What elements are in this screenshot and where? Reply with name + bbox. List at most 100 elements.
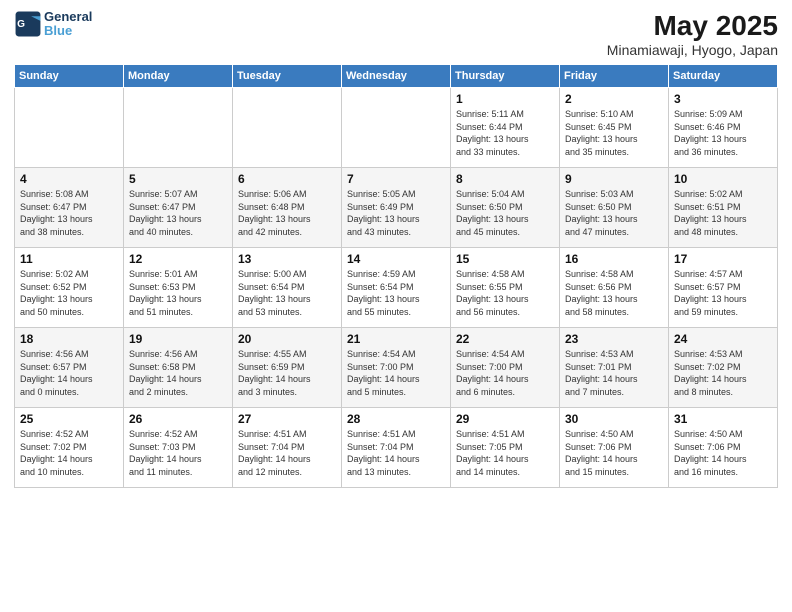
logo-blue: Blue [44,24,92,38]
calendar-cell: 31 Sunrise: 4:50 AM Sunset: 7:06 PM Dayli… [669,408,778,488]
calendar-cell: 21Sunrise: 4:54 AM Sunset: 7:00 PM Dayli… [342,328,451,408]
calendar-cell: 16 Sunrise: 4:58 AM Sunset: 6:56 PM Dayli… [560,248,669,328]
calendar-cell: 29Sunrise: 4:51 AM Sunset: 7:05 PM Dayli… [451,408,560,488]
day-number: 14 [347,252,445,266]
logo-icon: G [14,10,42,38]
day-info: Sunrise: 4:50 AM Sunset: 7:06 PM Dayligh… [674,428,772,478]
day-info: Sunrise: 5:01 AM Sunset: 6:53 PM Dayligh… [129,268,227,318]
day-number: 2 [565,92,663,106]
logo-general: General [44,10,92,24]
day-info: Sunrise: 5:04 AM Sunset: 6:50 PM Dayligh… [456,188,554,238]
calendar-cell: 26 Sunrise: 4:52 AM Sunset: 7:03 PM Dayli… [124,408,233,488]
calendar-cell: 9 Sunrise: 5:03 AM Sunset: 6:50 PM Daylig… [560,168,669,248]
day-info: Sunrise: 5:08 AM Sunset: 6:47 PM Dayligh… [20,188,118,238]
day-info: Sunrise: 4:58 AM Sunset: 6:56 PM Dayligh… [565,268,663,318]
day-info: Sunrise: 4:53 AM Sunset: 7:01 PM Dayligh… [565,348,663,398]
day-info: Sunrise: 4:51 AM Sunset: 7:04 PM Dayligh… [238,428,336,478]
day-number: 7 [347,172,445,186]
day-info: Sunrise: 5:02 AM Sunset: 6:52 PM Dayligh… [20,268,118,318]
calendar-cell: 12Sunrise: 5:01 AM Sunset: 6:53 PM Dayli… [124,248,233,328]
logo: G General Blue [14,10,92,39]
day-number: 20 [238,332,336,346]
day-number: 6 [238,172,336,186]
day-number: 17 [674,252,772,266]
month-title: May 2025 [607,10,778,42]
day-info: Sunrise: 5:05 AM Sunset: 6:49 PM Dayligh… [347,188,445,238]
day-info: Sunrise: 4:51 AM Sunset: 7:04 PM Dayligh… [347,428,445,478]
day-info: Sunrise: 4:50 AM Sunset: 7:06 PM Dayligh… [565,428,663,478]
weekday-header: Thursday [451,65,560,88]
calendar-cell: 23 Sunrise: 4:53 AM Sunset: 7:01 PM Dayli… [560,328,669,408]
location-title: Minamiawaji, Hyogo, Japan [607,42,778,58]
weekday-header: Wednesday [342,65,451,88]
day-number: 18 [20,332,118,346]
day-info: Sunrise: 5:10 AM Sunset: 6:45 PM Dayligh… [565,108,663,158]
day-number: 1 [456,92,554,106]
calendar-cell [342,88,451,168]
calendar-cell: 17Sunrise: 4:57 AM Sunset: 6:57 PM Dayli… [669,248,778,328]
day-number: 15 [456,252,554,266]
svg-text:G: G [17,19,25,30]
day-number: 25 [20,412,118,426]
calendar-cell: 14 Sunrise: 4:59 AM Sunset: 6:54 PM Dayli… [342,248,451,328]
day-number: 29 [456,412,554,426]
calendar-cell: 15 Sunrise: 4:58 AM Sunset: 6:55 PM Dayli… [451,248,560,328]
day-number: 5 [129,172,227,186]
weekday-header-row: SundayMondayTuesdayWednesdayThursdayFrid… [15,65,778,88]
calendar-cell: 24 Sunrise: 4:53 AM Sunset: 7:02 PM Dayli… [669,328,778,408]
weekday-header: Monday [124,65,233,88]
day-info: Sunrise: 4:52 AM Sunset: 7:03 PM Dayligh… [129,428,227,478]
day-info: Sunrise: 4:58 AM Sunset: 6:55 PM Dayligh… [456,268,554,318]
calendar-cell: 30 Sunrise: 4:50 AM Sunset: 7:06 PM Dayli… [560,408,669,488]
day-number: 11 [20,252,118,266]
day-info: Sunrise: 5:03 AM Sunset: 6:50 PM Dayligh… [565,188,663,238]
day-number: 16 [565,252,663,266]
day-number: 19 [129,332,227,346]
calendar-cell: 1Sunrise: 5:11 AM Sunset: 6:44 PM Daylig… [451,88,560,168]
day-number: 30 [565,412,663,426]
calendar-cell: 19 Sunrise: 4:56 AM Sunset: 6:58 PM Dayli… [124,328,233,408]
calendar-cell [15,88,124,168]
day-info: Sunrise: 5:06 AM Sunset: 6:48 PM Dayligh… [238,188,336,238]
day-number: 28 [347,412,445,426]
calendar-cell: 5Sunrise: 5:07 AM Sunset: 6:47 PM Daylig… [124,168,233,248]
day-number: 10 [674,172,772,186]
day-info: Sunrise: 4:52 AM Sunset: 7:02 PM Dayligh… [20,428,118,478]
calendar-cell: 2 Sunrise: 5:10 AM Sunset: 6:45 PM Daylig… [560,88,669,168]
header-area: G General Blue May 2025 Minamiawaji, Hyo… [14,10,778,58]
day-number: 22 [456,332,554,346]
day-number: 26 [129,412,227,426]
calendar-cell [124,88,233,168]
day-info: Sunrise: 4:55 AM Sunset: 6:59 PM Dayligh… [238,348,336,398]
day-info: Sunrise: 4:56 AM Sunset: 6:58 PM Dayligh… [129,348,227,398]
calendar-cell: 3 Sunrise: 5:09 AM Sunset: 6:46 PM Daylig… [669,88,778,168]
day-number: 23 [565,332,663,346]
day-info: Sunrise: 5:09 AM Sunset: 6:46 PM Dayligh… [674,108,772,158]
calendar-cell: 10 Sunrise: 5:02 AM Sunset: 6:51 PM Dayli… [669,168,778,248]
day-info: Sunrise: 5:02 AM Sunset: 6:51 PM Dayligh… [674,188,772,238]
day-number: 3 [674,92,772,106]
calendar-cell: 13Sunrise: 5:00 AM Sunset: 6:54 PM Dayli… [233,248,342,328]
calendar-cell: 27 Sunrise: 4:51 AM Sunset: 7:04 PM Dayli… [233,408,342,488]
day-info: Sunrise: 4:59 AM Sunset: 6:54 PM Dayligh… [347,268,445,318]
calendar-cell: 7 Sunrise: 5:05 AM Sunset: 6:49 PM Daylig… [342,168,451,248]
title-block: May 2025 Minamiawaji, Hyogo, Japan [607,10,778,58]
calendar-cell: 18Sunrise: 4:56 AM Sunset: 6:57 PM Dayli… [15,328,124,408]
day-number: 27 [238,412,336,426]
page-container: G General Blue May 2025 Minamiawaji, Hyo… [0,0,792,498]
calendar-cell: 11 Sunrise: 5:02 AM Sunset: 6:52 PM Dayli… [15,248,124,328]
day-number: 4 [20,172,118,186]
day-number: 9 [565,172,663,186]
calendar-cell: 8 Sunrise: 5:04 AM Sunset: 6:50 PM Daylig… [451,168,560,248]
calendar-table: SundayMondayTuesdayWednesdayThursdayFrid… [14,64,778,488]
calendar-week-row: 18Sunrise: 4:56 AM Sunset: 6:57 PM Dayli… [15,328,778,408]
calendar-cell: 28 Sunrise: 4:51 AM Sunset: 7:04 PM Dayli… [342,408,451,488]
weekday-header: Sunday [15,65,124,88]
calendar-week-row: 25 Sunrise: 4:52 AM Sunset: 7:02 PM Dayli… [15,408,778,488]
calendar-cell: 4 Sunrise: 5:08 AM Sunset: 6:47 PM Daylig… [15,168,124,248]
day-number: 31 [674,412,772,426]
day-info: Sunrise: 4:53 AM Sunset: 7:02 PM Dayligh… [674,348,772,398]
day-number: 8 [456,172,554,186]
day-number: 24 [674,332,772,346]
day-info: Sunrise: 5:00 AM Sunset: 6:54 PM Dayligh… [238,268,336,318]
